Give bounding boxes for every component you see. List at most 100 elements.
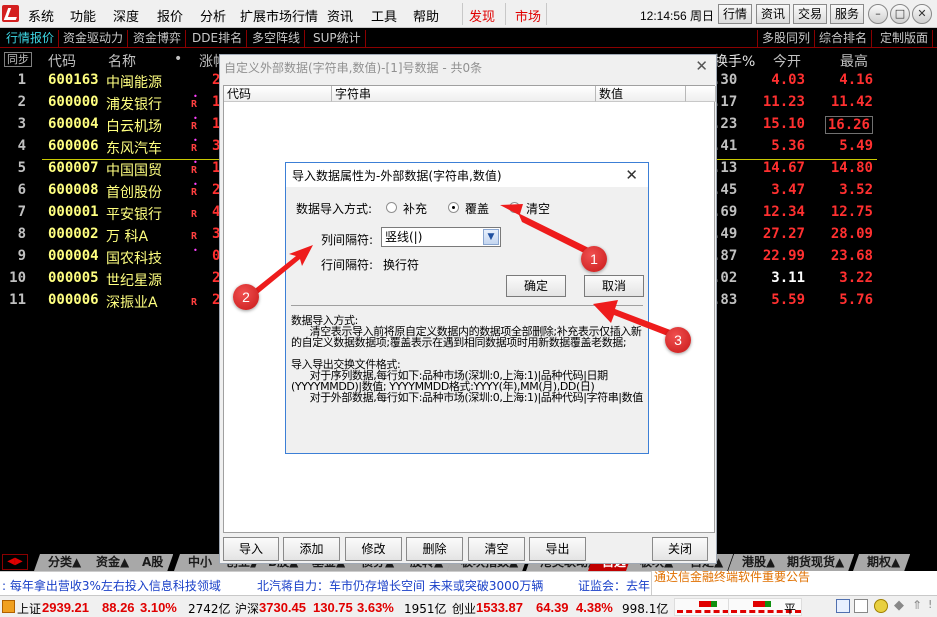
radio-overwrite[interactable] (448, 202, 459, 213)
news-button[interactable]: 资讯 (756, 4, 791, 24)
menu-depth[interactable]: 深度 (113, 6, 139, 25)
menu-quote[interactable]: 报价 (157, 6, 183, 25)
menu-news[interactable]: 资讯 (327, 6, 353, 25)
tab-custom-layout[interactable]: 定制版面 (876, 30, 934, 48)
maximize-icon[interactable]: □ (890, 4, 910, 24)
tab-multi-stock[interactable]: 多股同列 (757, 30, 816, 48)
close-icon[interactable]: ✕ (912, 4, 932, 24)
row-index: 9 (17, 248, 26, 264)
stock-name: 白云机场 (106, 119, 162, 135)
radio-clear[interactable] (509, 202, 520, 213)
delete-button[interactable]: 删除 (406, 537, 463, 561)
add-button[interactable]: 添加 (283, 537, 340, 561)
open-price: 3.47 (771, 182, 805, 198)
broadcast-icon[interactable]: ◆ (894, 598, 904, 613)
menu-separator (505, 3, 506, 25)
high-price: 16.26 (824, 116, 873, 134)
open-price: 22.99 (762, 248, 805, 264)
quote-button[interactable]: 行情 (718, 4, 753, 24)
close-icon[interactable]: ✕ (695, 57, 708, 75)
menu-function[interactable]: 功能 (70, 6, 96, 25)
menu-system[interactable]: 系统 (28, 6, 54, 25)
market-tab[interactable]: 分类▲ (34, 554, 91, 571)
tab-fund-game[interactable]: 资金博弈 (129, 30, 187, 48)
export-button[interactable]: 导出 (529, 537, 586, 561)
tab-dde-rank[interactable]: DDE排名 (188, 30, 248, 48)
row-separator-value: 换行符 (383, 258, 420, 272)
divider (291, 305, 643, 306)
sh-value: 2939.21 (42, 600, 89, 615)
close-button[interactable]: 关闭 (652, 537, 708, 561)
header-high[interactable]: 最高 (840, 51, 868, 71)
alert-icon[interactable]: ! (928, 598, 932, 611)
column-string[interactable]: 字符串 (332, 86, 596, 102)
import-button[interactable]: 导入 (223, 537, 279, 561)
tab-fund-driver[interactable]: 资金驱动力 (59, 30, 129, 48)
row-index: 3 (17, 116, 26, 132)
high-price: 14.80 (830, 160, 873, 176)
open-price: 14.67 (762, 160, 805, 176)
stock-name: 国农科技 (106, 251, 162, 267)
trade-button[interactable]: 交易 (793, 4, 828, 24)
notes-icon[interactable] (836, 599, 850, 613)
sh-label: 上证 (17, 602, 42, 616)
radio-overwrite-label[interactable]: 覆盖 (465, 200, 489, 217)
open-price: 12.34 (762, 204, 805, 220)
column-code[interactable]: 代码 (224, 86, 332, 102)
tab-quotes[interactable]: 行情报价 (2, 30, 60, 48)
close-icon[interactable]: ✕ (625, 166, 638, 184)
column-separator-select[interactable]: 竖线(|) ▼ (381, 227, 501, 247)
menu-discover[interactable]: 发现 (469, 6, 495, 25)
dialog-titlebar[interactable]: 导入数据属性为-外部数据(字符串,数值) ✕ (286, 163, 648, 187)
menu-separator (546, 3, 547, 25)
market-tab[interactable]: 期权▲ (853, 554, 910, 571)
annotation-badge-2: 2 (233, 284, 259, 310)
coin-icon[interactable] (874, 599, 888, 613)
ok-button[interactable]: 确定 (506, 275, 566, 297)
header-turnover[interactable]: 换手% (714, 51, 755, 71)
radio-supplement-label[interactable]: 补充 (403, 200, 427, 217)
row-separator-label: 行间隔符: (321, 258, 374, 272)
ticker-item[interactable]: 北汽蒋自力：车市仍存增长空间 未来或突破3000万辆 (257, 577, 543, 594)
window-icon[interactable] (2, 600, 15, 613)
menu-extended-market[interactable]: 扩展市场行情 (240, 6, 318, 25)
ticker-item[interactable]: : 每年拿出营收3%左右投入信息科技领域 (2, 577, 221, 594)
service-button[interactable]: 服务 (830, 4, 865, 24)
menu-tools[interactable]: 工具 (371, 6, 397, 25)
column-separator-label: 列间隔符: (321, 233, 374, 247)
menu-help[interactable]: 帮助 (413, 6, 439, 25)
tab-long-short[interactable]: 多空阵线 (248, 30, 306, 48)
app-logo-icon (2, 5, 19, 22)
header-open[interactable]: 今开 (773, 51, 801, 71)
cancel-button[interactable]: 取消 (584, 275, 644, 297)
stock-code: 000001 (48, 204, 99, 220)
header-name[interactable]: 名称 (108, 51, 136, 71)
minimize-icon[interactable]: – (868, 4, 888, 24)
column-value[interactable]: 数值 (596, 86, 686, 102)
sync-button[interactable]: 同步 (4, 52, 32, 67)
header-code[interactable]: 代码 (48, 51, 76, 71)
tree-icon[interactable]: ⇑ (912, 598, 922, 612)
tab-scroll-arrows-icon[interactable]: ◀▶ (2, 554, 28, 570)
menu-market[interactable]: 市场 (515, 6, 541, 25)
stock-code: 600007 (48, 160, 99, 176)
chevron-down-icon[interactable]: ▼ (483, 229, 499, 245)
sh-amount: 2742亿 (188, 602, 231, 616)
edit-button[interactable]: 修改 (345, 537, 402, 561)
radio-clear-label[interactable]: 清空 (526, 200, 550, 217)
ticker-item[interactable]: 证监会：去年 (578, 577, 650, 594)
market-tab[interactable]: 期货现货▲ (773, 554, 854, 571)
stock-name: 深振业A (106, 295, 158, 311)
menu-analysis[interactable]: 分析 (200, 6, 226, 25)
tab-sup-stats[interactable]: SUP统计 (309, 30, 366, 48)
notice-text[interactable]: 通达信金融终端软件重要公告 (651, 571, 937, 595)
stock-name: 世纪星源 (106, 273, 162, 289)
high-price: 11.42 (830, 94, 873, 110)
open-price: 4.03 (771, 72, 805, 88)
clear-button[interactable]: 清空 (468, 537, 525, 561)
cy-value: 1533.87 (476, 600, 523, 615)
tab-composite-rank[interactable]: 综合排名 (815, 30, 873, 48)
radio-supplement[interactable] (386, 202, 397, 213)
market-tab[interactable]: A股 (128, 554, 173, 571)
list-icon[interactable] (854, 599, 868, 613)
